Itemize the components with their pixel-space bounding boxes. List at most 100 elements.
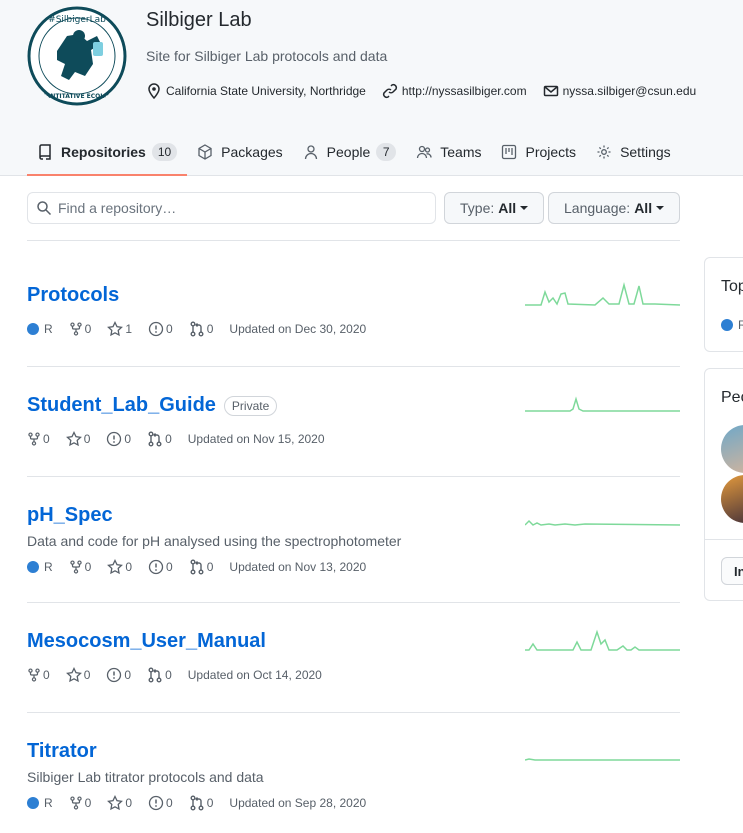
repo-issues[interactable]: 0 <box>148 321 173 337</box>
email-link[interactable]: nyssa.silbiger@csun.edu <box>563 84 697 98</box>
repo-forks[interactable]: 0 <box>69 560 91 574</box>
tab-label: Projects <box>525 144 577 160</box>
pull-request-icon <box>190 559 204 575</box>
repo-forks[interactable]: 0 <box>27 668 50 682</box>
org-description: Site for Silbiger Lab protocols and data <box>146 48 388 64</box>
svg-text:#SilbigerLab: #SilbigerLab <box>48 15 106 25</box>
star-icon <box>107 795 124 811</box>
repo-name-link[interactable]: Titrator <box>27 740 97 763</box>
repo-icon <box>39 144 51 160</box>
tab-packages[interactable]: Packages <box>187 133 292 171</box>
email-item[interactable]: nyssa.silbiger@csun.edu <box>543 83 697 99</box>
repo-stars[interactable]: 0 <box>65 667 90 683</box>
repo-stars[interactable]: 0 <box>107 795 132 811</box>
person-icon <box>304 145 317 160</box>
type-filter-label: Type: <box>460 200 495 216</box>
tab-counter: 10 <box>151 143 178 161</box>
repo-issues[interactable]: 0 <box>106 667 131 683</box>
issue-icon <box>148 321 164 337</box>
fork-icon <box>69 560 82 574</box>
repo-name-link[interactable]: Student_Lab_Guide <box>27 394 216 417</box>
repo-forks[interactable]: 0 <box>27 432 50 446</box>
people-icon <box>417 145 432 159</box>
activity-sparkline <box>525 629 680 651</box>
people-box: Peo In <box>704 368 743 601</box>
repo-name-link[interactable]: Mesocosm_User_Manual <box>27 630 266 653</box>
repo-stars[interactable]: 0 <box>107 559 132 575</box>
svg-text:QUANTITATIVE ECOLOGY: QUANTITATIVE ECOLOGY <box>36 93 119 100</box>
activity-sparkline <box>525 758 680 761</box>
repo-prs[interactable]: 0 <box>147 431 172 447</box>
repo-prs[interactable]: 0 <box>189 795 213 811</box>
repo-issues[interactable]: 0 <box>148 795 173 811</box>
pull-request-icon <box>148 431 162 447</box>
fork-icon <box>69 796 82 810</box>
avatar[interactable] <box>721 475 743 523</box>
star-icon <box>65 431 82 447</box>
issue-icon <box>148 559 164 575</box>
repo-name-link[interactable]: Protocols <box>27 284 119 307</box>
tab-label: Teams <box>440 144 482 160</box>
package-icon <box>198 144 212 160</box>
tab-people[interactable]: People 7 <box>293 133 407 171</box>
avatar[interactable] <box>721 425 743 473</box>
repo-updated: Updated on Dec 30, 2020 <box>229 322 367 336</box>
repo-forks[interactable]: 0 <box>69 796 91 810</box>
gear-icon <box>597 145 611 159</box>
issue-icon <box>148 795 164 811</box>
invite-button[interactable]: In <box>721 557 743 585</box>
mail-icon <box>543 85 558 97</box>
search-input[interactable] <box>58 200 418 216</box>
tab-label: Repositories <box>61 144 146 160</box>
repo-updated: Updated on Sep 28, 2020 <box>229 796 367 810</box>
pull-request-icon <box>148 667 162 683</box>
language-color-dot <box>27 797 39 809</box>
activity-sparkline <box>525 519 680 526</box>
language-filter-value: All <box>634 200 653 216</box>
tab-projects[interactable]: Projects <box>491 133 586 171</box>
fork-icon <box>28 668 40 682</box>
link-icon <box>382 83 397 99</box>
org-tabs: Repositories 10 Packages People 7 Teams … <box>27 133 681 176</box>
star-icon <box>107 321 124 337</box>
repo-forks[interactable]: 0 <box>69 322 91 336</box>
language-filter-button[interactable]: Language: All <box>548 192 680 224</box>
repo-prs[interactable]: 0 <box>189 559 213 575</box>
org-meta: California State University, Northridge … <box>146 83 712 99</box>
star-icon <box>65 667 82 683</box>
pull-request-icon <box>190 321 204 337</box>
top-language-item[interactable]: R <box>721 318 743 332</box>
star-icon <box>107 559 124 575</box>
tab-label: Settings <box>620 144 671 160</box>
repo-language: R <box>27 560 53 574</box>
type-filter-button[interactable]: Type: All <box>444 192 544 224</box>
repo-issues[interactable]: 0 <box>106 431 131 447</box>
org-logo[interactable]: #SilbigerLab QUANTITATIVE ECOLOGY <box>27 6 127 106</box>
repo-stars[interactable]: 1 <box>107 321 132 337</box>
repo-prs[interactable]: 0 <box>147 667 172 683</box>
website-link[interactable]: http://nyssasilbiger.com <box>402 84 527 98</box>
tab-teams[interactable]: Teams <box>406 133 491 171</box>
repo-updated: Updated on Nov 13, 2020 <box>229 560 367 574</box>
divider <box>27 712 680 713</box>
repo-prs[interactable]: 0 <box>189 321 213 337</box>
caret-down-icon <box>656 206 665 210</box>
tab-settings[interactable]: Settings <box>586 133 681 171</box>
repo-language: R <box>27 322 53 336</box>
activity-sparkline <box>525 282 680 306</box>
repo-updated: Updated on Nov 15, 2020 <box>187 432 325 446</box>
tab-repositories[interactable]: Repositories 10 <box>27 133 188 176</box>
divider <box>27 366 680 367</box>
divider <box>27 240 680 241</box>
private-badge: Private <box>223 395 278 416</box>
repo-search[interactable] <box>27 192 436 224</box>
pull-request-icon <box>190 795 204 811</box>
fork-icon <box>28 432 40 446</box>
language-color-dot <box>27 323 39 335</box>
repo-stars[interactable]: 0 <box>65 431 90 447</box>
website-item[interactable]: http://nyssasilbiger.com <box>382 83 527 99</box>
repo-issues[interactable]: 0 <box>148 559 173 575</box>
tab-label: People <box>326 144 371 160</box>
project-icon <box>502 144 517 160</box>
repo-name-link[interactable]: pH_Spec <box>27 504 113 527</box>
